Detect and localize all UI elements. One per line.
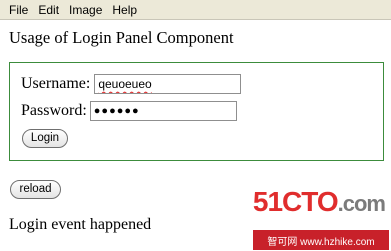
username-row: Username: qeuoeueo: [21, 74, 242, 94]
menu-file[interactable]: File: [4, 0, 33, 20]
menu-edit[interactable]: Edit: [33, 0, 64, 20]
event-status-text: Login event happened: [9, 216, 152, 233]
username-label: Username:: [21, 75, 91, 92]
watermark-logo: 51CTO.com: [252, 186, 386, 218]
menu-image[interactable]: Image: [64, 0, 107, 20]
username-value: qeuoeueo: [98, 77, 152, 91]
watermark-strip: 智可网 www.hzhike.com: [253, 230, 389, 250]
password-input[interactable]: ●●●●●●: [89, 101, 237, 121]
reload-button[interactable]: reload: [10, 180, 61, 199]
watermark: 51CTO.com 智可网 www.hzhike.com: [253, 186, 389, 250]
password-label: Password:: [21, 102, 87, 119]
watermark-logo-text: 51CTO: [252, 186, 339, 217]
menu-bar: File Edit Image Help: [0, 0, 391, 20]
menu-help[interactable]: Help: [107, 0, 142, 20]
login-panel: Username: qeuoeueo Password: ●●●●●● Logi…: [9, 62, 384, 161]
watermark-logo-suffix: .com: [337, 191, 386, 216]
login-button[interactable]: Login: [22, 129, 68, 148]
password-row: Password: ●●●●●●: [21, 101, 237, 121]
page-title: Usage of Login Panel Component: [9, 28, 234, 47]
username-input[interactable]: qeuoeueo: [94, 74, 242, 94]
